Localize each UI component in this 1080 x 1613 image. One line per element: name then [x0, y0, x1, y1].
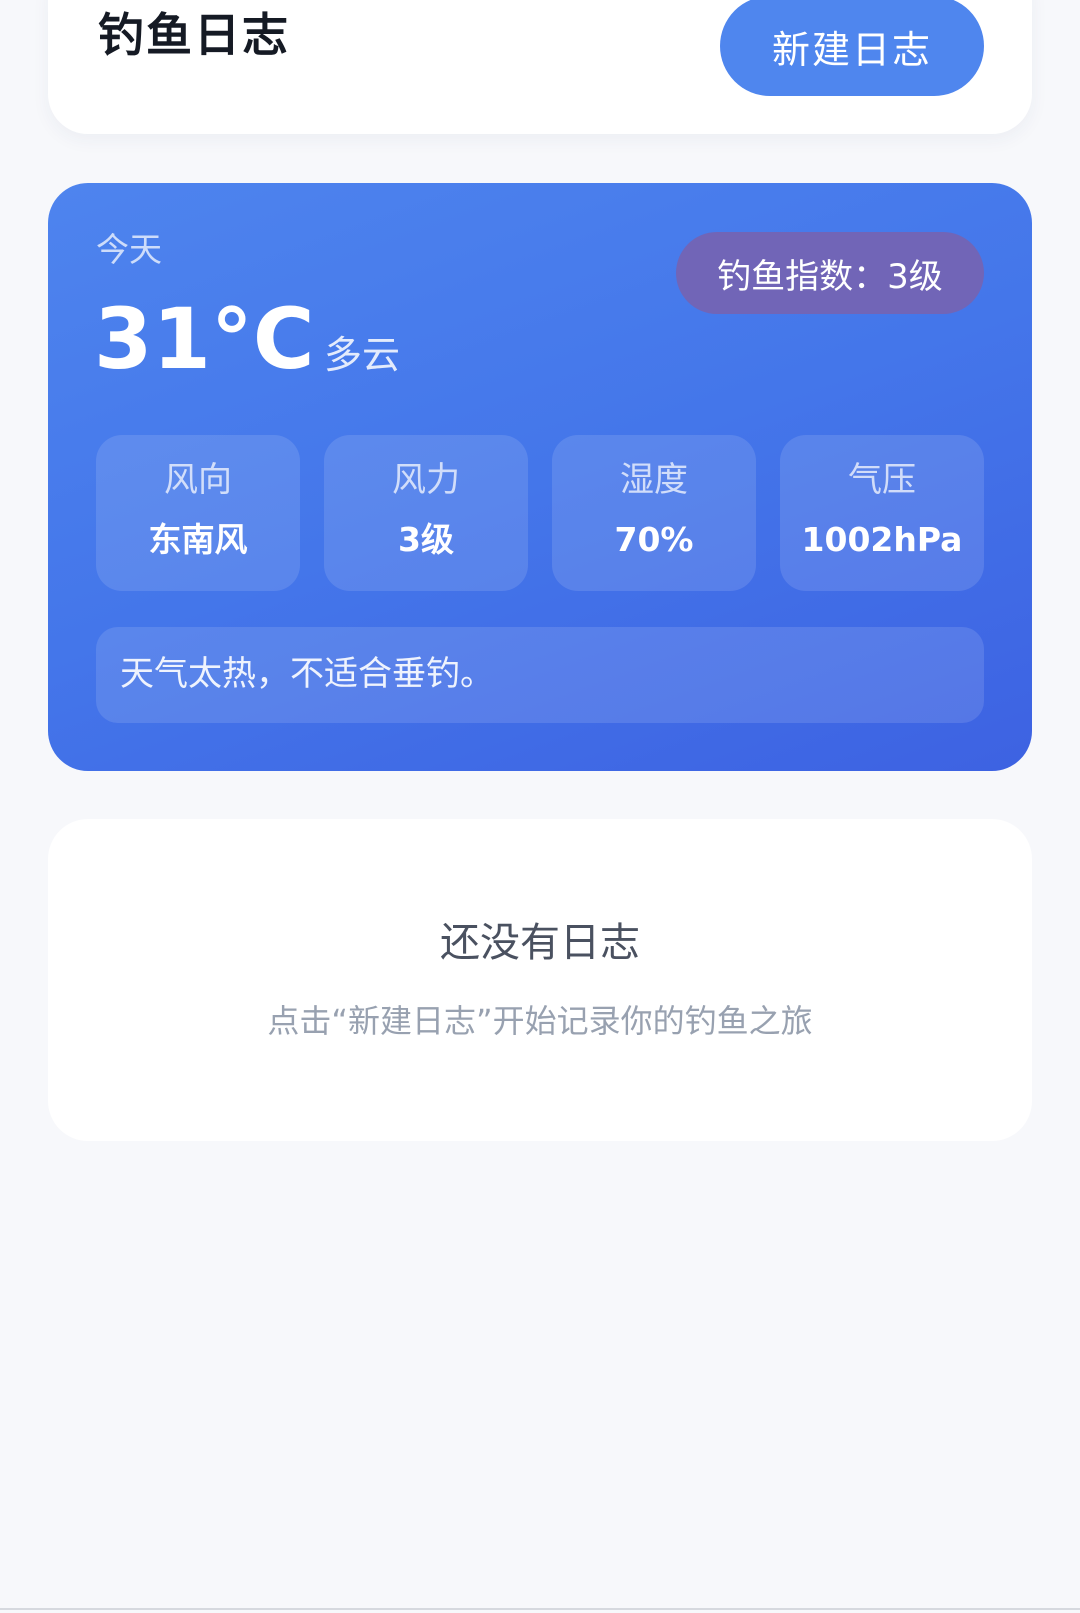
header-card: 钓鱼日志 新建日志 [48, 0, 1032, 134]
weather-day-label: 今天 [96, 230, 162, 269]
stat-value: 70% [614, 520, 694, 559]
empty-log-card: 还没有日志 点击“新建日志”开始记录你的钓鱼之旅 [48, 819, 1032, 1141]
wind-force-tile: 风力 3级 [324, 435, 528, 591]
stat-label: 风向 [164, 460, 232, 500]
pressure-tile: 气压 1002hPa [780, 435, 984, 591]
weather-card: 今天 31°C 多云 钓鱼指数：3级 风向 东南风 风力 3级 湿度 70% 气… [48, 183, 1032, 771]
new-log-button[interactable]: 新建日志 [720, 0, 984, 96]
stat-label: 气压 [848, 460, 916, 500]
fishing-advice-box: 天气太热，不适合垂钓。 [96, 627, 984, 723]
stat-label: 风力 [392, 460, 460, 500]
empty-state-title: 还没有日志 [440, 920, 640, 966]
stat-label: 湿度 [620, 460, 688, 500]
humidity-tile: 湿度 70% [552, 435, 756, 591]
stat-value: 3级 [398, 520, 454, 559]
wind-direction-tile: 风向 东南风 [96, 435, 300, 591]
empty-state-hint: 点击“新建日志”开始记录你的钓鱼之旅 [267, 1002, 813, 1040]
fishing-index-badge: 钓鱼指数：3级 [676, 232, 984, 314]
fishing-advice-text: 天气太热，不适合垂钓。 [120, 654, 494, 694]
weather-temperature: 31°C [94, 290, 315, 388]
page-title: 钓鱼日志 [98, 8, 290, 62]
weather-condition: 多云 [324, 333, 401, 377]
stat-value: 东南风 [148, 520, 248, 559]
bottom-divider [0, 1608, 1080, 1610]
stat-value: 1002hPa [801, 520, 963, 559]
